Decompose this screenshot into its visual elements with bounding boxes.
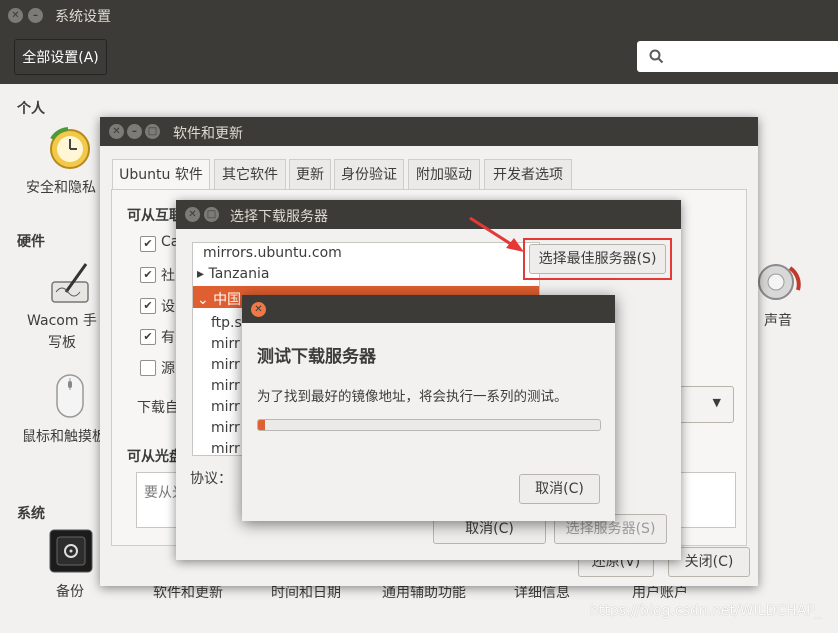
wacom-tablet-icon[interactable] [48, 260, 94, 306]
section-personal: 个人 [17, 101, 45, 117]
progress-fill [258, 420, 265, 430]
tab-ubuntu-software[interactable]: Ubuntu 软件 [112, 159, 210, 189]
software-window-title: 软件和更新 [173, 126, 243, 142]
checkbox-universe-label: 社 [161, 268, 175, 284]
security-privacy-label: 安全和隐私 [26, 180, 96, 196]
download-from-label: 下载自 [137, 400, 179, 416]
tab-additional-drivers[interactable]: 附加驱动 [408, 159, 480, 189]
select-best-server-button[interactable]: 选择最佳服务器(S) [529, 244, 666, 274]
tab-other-software[interactable]: 其它软件 [214, 159, 286, 189]
tab-authentication[interactable]: 身份验证 [334, 159, 404, 189]
list-item[interactable]: mirr [211, 357, 240, 373]
test-dialog-titlebar: ✕ [242, 295, 615, 323]
test-dialog-message: 为了找到最好的镜像地址，将会执行一系列的测试。 [257, 389, 568, 405]
list-item[interactable]: mirr [211, 378, 240, 394]
search-icon [649, 49, 664, 64]
minimize-icon[interactable]: – [127, 124, 142, 139]
checkbox-main[interactable]: ✔ [140, 236, 156, 252]
close-icon[interactable]: ✕ [109, 124, 124, 139]
checkbox-source-label: 源 [161, 361, 175, 377]
close-icon[interactable]: ✕ [8, 8, 23, 23]
sound-icon[interactable] [754, 260, 802, 306]
maximize-icon[interactable]: □ [204, 207, 219, 222]
minimize-icon[interactable]: – [28, 8, 43, 23]
backup-safe-icon[interactable] [47, 527, 95, 575]
select-server-title: 选择下载服务器 [230, 209, 328, 225]
checkbox-source[interactable] [140, 360, 156, 376]
wacom-label: Wacom 手写板 [27, 313, 97, 351]
backup-label: 备份 [56, 584, 84, 600]
checkbox-multiverse-label: 有 [161, 330, 175, 346]
list-item[interactable]: mirrors.ubuntu.com [203, 245, 342, 261]
tab-developer-options[interactable]: 开发者选项 [484, 159, 572, 189]
close-icon[interactable]: ✕ [251, 302, 266, 317]
list-item[interactable]: mirr [211, 336, 240, 352]
software-titlebar: ✕ – □ 软件和更新 [100, 117, 758, 146]
chevron-down-icon: ▼ [712, 396, 721, 409]
maximize-icon[interactable]: □ [145, 124, 160, 139]
list-item-china[interactable]: ⌄ 中国 [197, 289, 241, 309]
tab-updates[interactable]: 更新 [289, 159, 331, 189]
list-item[interactable]: ftp.s [211, 315, 242, 331]
main-titlebar: ✕ – 系统设置 [0, 0, 838, 32]
test-progress-bar [257, 419, 601, 431]
protocol-label: 协议： [190, 471, 232, 487]
list-item[interactable]: mirr [211, 420, 240, 436]
search-input[interactable] [637, 41, 838, 72]
checkbox-universe[interactable]: ✔ [140, 267, 156, 283]
list-item[interactable]: ▸ Tanzania [197, 266, 269, 282]
security-privacy-icon[interactable] [46, 125, 94, 171]
list-item[interactable]: mirr [211, 441, 240, 455]
list-item[interactable]: mirr [211, 399, 240, 415]
sound-label: 声音 [764, 313, 792, 329]
all-settings-button[interactable]: 全部设置(A) [14, 39, 107, 75]
close-icon[interactable]: ✕ [185, 207, 200, 222]
checkbox-restricted-label: 设 [161, 299, 175, 315]
mouse-icon[interactable] [52, 372, 88, 420]
annotation-arrow-icon [469, 216, 524, 252]
section-system: 系统 [17, 506, 45, 522]
mouse-label: 鼠标和触摸板 [22, 429, 102, 445]
test-server-dialog: ✕ 测试下载服务器 为了找到最好的镜像地址，将会执行一系列的测试。 取消(C) [242, 295, 615, 521]
main-window-title: 系统设置 [55, 9, 111, 25]
watermark: https://blog.csdn.net/WILDCHAP_ [590, 603, 822, 619]
checkbox-multiverse[interactable]: ✔ [140, 329, 156, 345]
test-dialog-heading: 测试下载服务器 [257, 347, 376, 367]
test-cancel-button[interactable]: 取消(C) [519, 474, 600, 504]
checkbox-restricted[interactable]: ✔ [140, 298, 156, 314]
cdrom-heading: 可从光盘 [127, 449, 183, 465]
section-hardware: 硬件 [17, 234, 45, 250]
select-server-titlebar: ✕ □ 选择下载服务器 [176, 200, 681, 229]
